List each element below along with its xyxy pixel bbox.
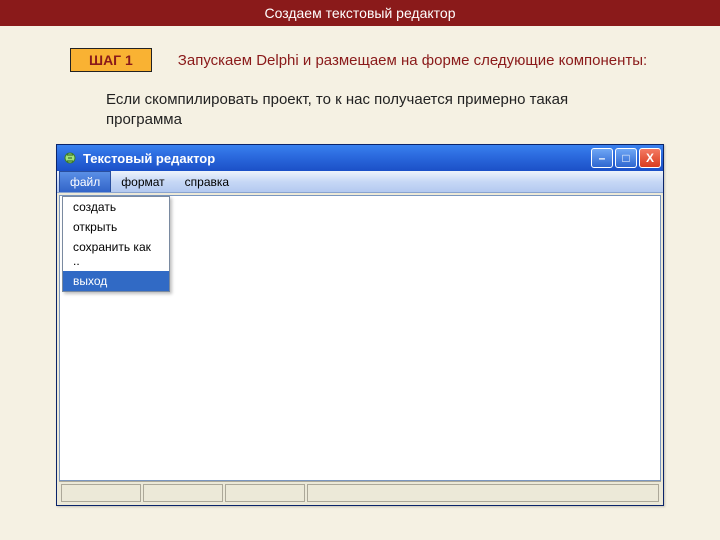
status-panel <box>61 484 141 502</box>
close-button[interactable]: X <box>639 148 661 168</box>
dropdown-item-exit[interactable]: выход <box>63 271 169 291</box>
file-dropdown: создать открыть сохранить как .. выход <box>62 196 170 292</box>
status-panel <box>143 484 223 502</box>
dropdown-item-label: выход <box>73 274 107 288</box>
description-text: Если скомпилировать проект, то к нас пол… <box>106 90 626 129</box>
app-window: Текстовый редактор – □ X файл формат спр… <box>56 144 664 506</box>
step-badge: ШАГ 1 <box>70 48 152 72</box>
minimize-icon: – <box>599 151 606 165</box>
dropdown-item-open[interactable]: открыть <box>63 217 169 237</box>
menu-item-help[interactable]: справка <box>175 171 239 192</box>
title-bar: Текстовый редактор – □ X <box>57 145 663 171</box>
window-title: Текстовый редактор <box>83 151 591 166</box>
menu-item-format[interactable]: формат <box>111 171 174 192</box>
step-row: ШАГ 1 Запускаем Delphi и размещаем на фо… <box>70 48 720 72</box>
app-icon <box>63 151 77 165</box>
menu-item-label: файл <box>70 175 100 189</box>
window-buttons: – □ X <box>591 148 661 168</box>
maximize-icon: □ <box>622 151 629 165</box>
page-header-title: Создаем текстовый редактор <box>264 5 455 21</box>
client-wrap: создать открыть сохранить как .. выход <box>57 193 663 505</box>
status-panel <box>307 484 659 502</box>
menu-item-label: справка <box>185 175 229 189</box>
editor-area[interactable]: создать открыть сохранить как .. выход <box>59 195 661 481</box>
status-panel <box>225 484 305 502</box>
dropdown-item-label: открыть <box>73 220 117 234</box>
close-icon: X <box>646 151 654 165</box>
minimize-button[interactable]: – <box>591 148 613 168</box>
maximize-button[interactable]: □ <box>615 148 637 168</box>
menu-item-label: формат <box>121 175 164 189</box>
menu-bar: файл формат справка <box>57 171 663 193</box>
dropdown-item-label: создать <box>73 200 116 214</box>
dropdown-item-label: сохранить как .. <box>73 240 151 268</box>
menu-item-file[interactable]: файл <box>59 171 111 192</box>
dropdown-item-saveas[interactable]: сохранить как .. <box>63 237 169 271</box>
dropdown-item-new[interactable]: создать <box>63 197 169 217</box>
status-bar <box>59 481 661 503</box>
step-text: Запускаем Delphi и размещаем на форме сл… <box>178 52 647 69</box>
page-header: Создаем текстовый редактор <box>0 0 720 26</box>
